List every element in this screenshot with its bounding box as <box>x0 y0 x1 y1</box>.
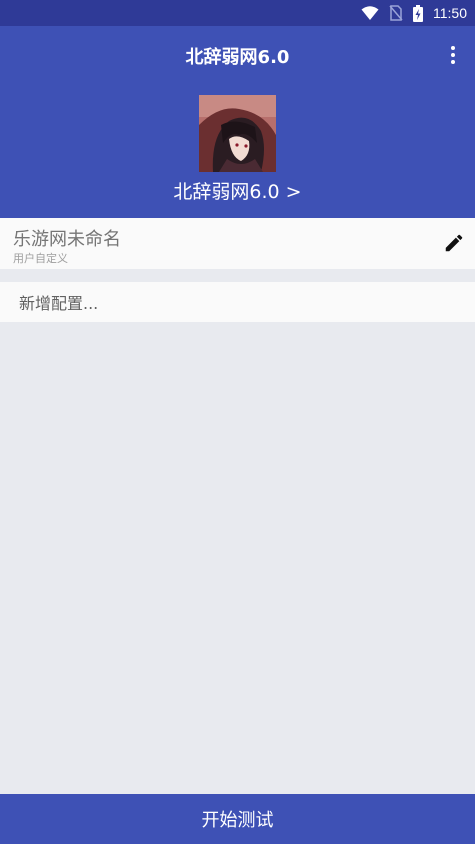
avatar[interactable] <box>199 95 276 172</box>
app-bar: 北辞弱网6.0 北辞弱网6.0 > <box>0 26 475 218</box>
battery-charging-icon <box>413 4 423 22</box>
status-bar: 11:50 <box>0 0 475 26</box>
edit-pencil-icon[interactable] <box>443 232 465 254</box>
start-test-button[interactable]: 开始测试 <box>0 794 475 844</box>
profile-name-link[interactable]: 北辞弱网6.0 > <box>0 177 475 204</box>
no-sim-icon <box>389 5 403 21</box>
more-vert-icon[interactable] <box>445 44 461 66</box>
add-config-button[interactable]: 新增配置... <box>0 282 475 322</box>
config-item[interactable]: 乐游网未命名 用户自定义 <box>0 218 475 269</box>
wifi-icon <box>361 6 379 20</box>
status-time: 11:50 <box>433 5 467 21</box>
config-subtitle: 用户自定义 <box>13 252 68 265</box>
config-name: 乐游网未命名 <box>13 229 121 250</box>
app-title: 北辞弱网6.0 <box>185 47 290 68</box>
